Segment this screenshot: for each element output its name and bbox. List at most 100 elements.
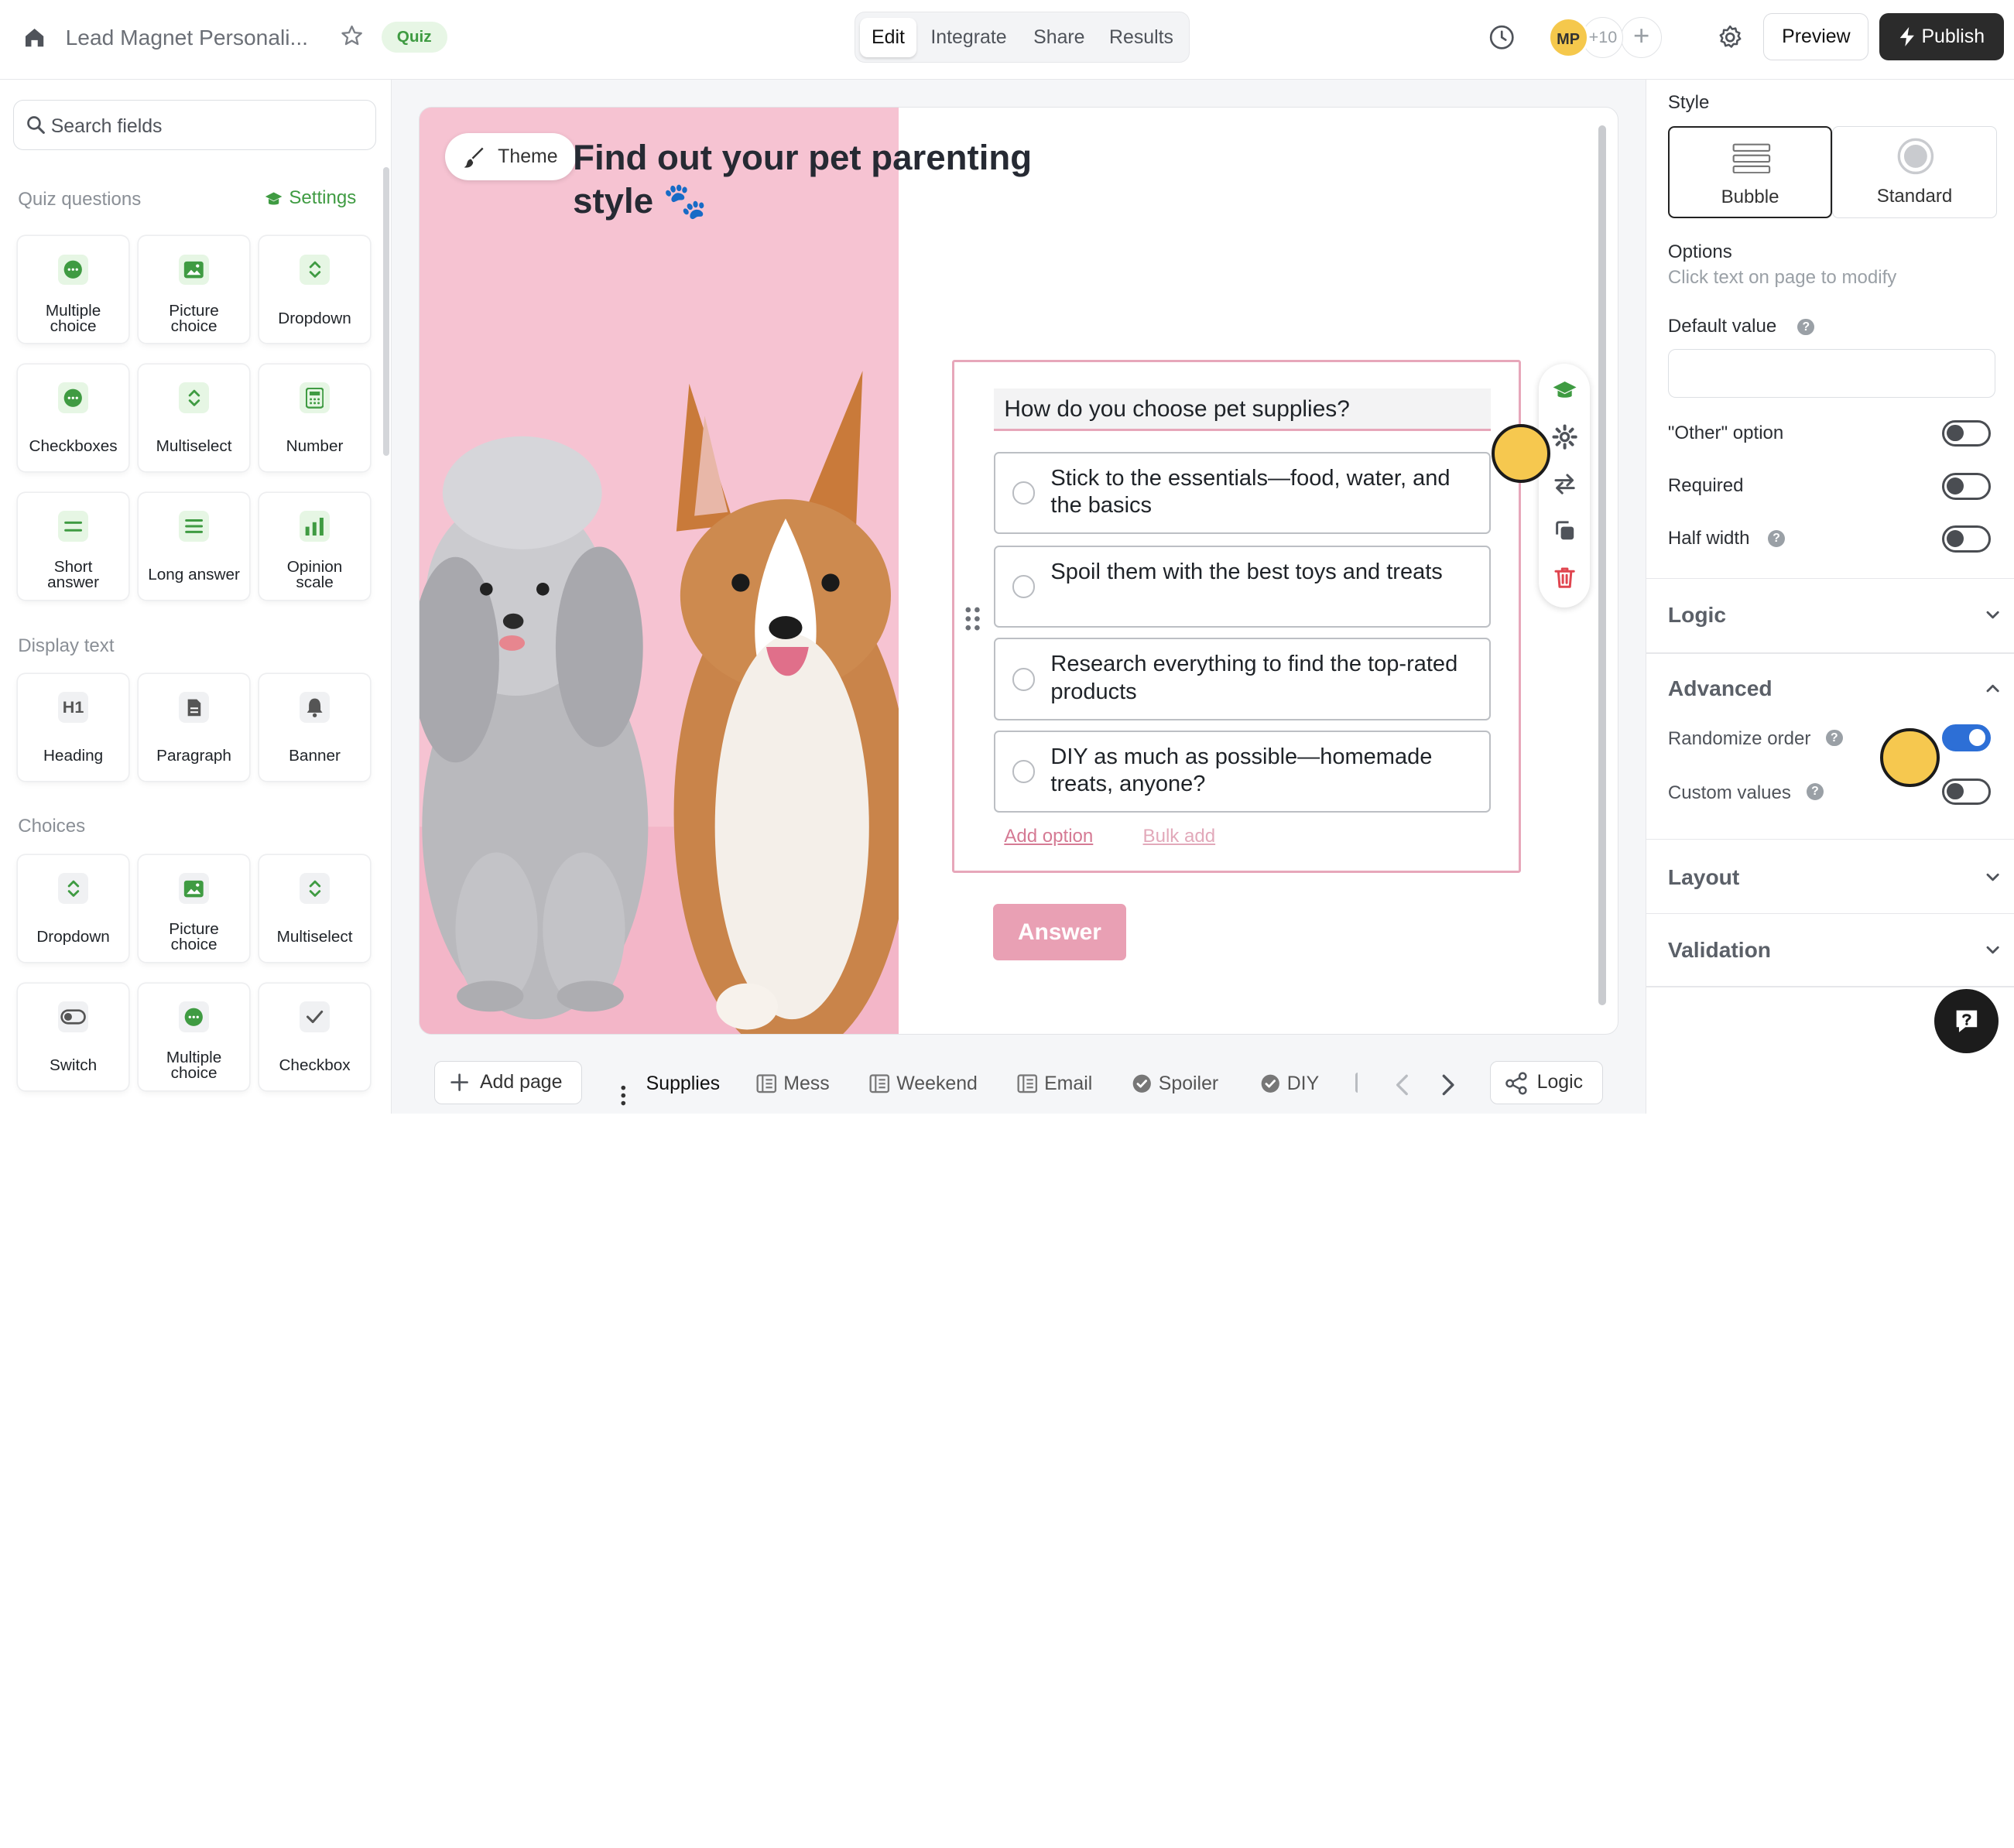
field-tile-paragraph[interactable]: Paragraph [139,674,249,781]
half-width-toggle[interactable] [1942,525,1992,553]
field-tile-switch[interactable]: Switch [18,984,128,1090]
page-tab-email[interactable]: Email [1017,1073,1092,1095]
avatar[interactable]: MP [1547,16,1589,58]
field-tile-banner[interactable]: Banner [259,674,370,781]
page-tab-supplies[interactable]: Supplies [646,1073,720,1095]
search-box[interactable] [12,100,377,151]
help-icon[interactable]: ? [1768,530,1785,547]
field-tile-dropdown[interactable]: Dropdown [259,236,370,344]
field-tile-multiselect[interactable]: Multiselect [139,364,249,471]
chevron-down-icon[interactable] [1984,868,2002,886]
field-tile-checkboxes[interactable]: Checkboxes [18,364,128,471]
validation-section-header[interactable]: Validation [1668,937,1771,963]
page-tab-spoiler[interactable]: Spoiler [1132,1073,1218,1095]
divider [1646,652,2014,654]
add-collaborator-button[interactable]: + [1621,16,1663,58]
home-icon[interactable] [22,25,47,50]
sidebar-scrollbar[interactable] [382,166,389,457]
tab-integrate[interactable]: Integrate [919,18,1018,57]
default-value-field[interactable] [1667,349,1996,399]
radio-circle[interactable] [1012,481,1036,505]
answer-option[interactable]: DIY as much as possible—homemade treats,… [994,730,1492,813]
document-title[interactable]: Lead Magnet Personali... [66,25,308,50]
field-tile-long-answer[interactable]: Long answer [139,493,249,600]
logic-button[interactable]: Logic [1489,1060,1603,1105]
chevron-left-icon[interactable] [1392,1073,1413,1097]
document-icon [178,692,210,724]
radio-circle[interactable] [1012,575,1036,599]
radio-circle[interactable] [1012,667,1036,691]
field-tile-picture-choice[interactable]: Picture choice [139,855,249,962]
randomize-order-toggle[interactable] [1942,724,1992,751]
quiz-title[interactable]: Find out your pet parenting style 🐾 [573,136,1087,224]
tab-edit[interactable]: Edit [860,17,916,57]
chevron-right-icon[interactable] [1437,1073,1458,1097]
style-bubble-option[interactable]: Bubble [1667,125,1833,219]
gear-icon[interactable] [1716,23,1745,52]
help-icon[interactable]: ? [1826,729,1843,747]
page-tab-weekend[interactable]: Weekend [869,1073,978,1095]
tab-share[interactable]: Share [1022,18,1096,57]
field-tile-picture-choice[interactable]: Picture choice [139,236,249,344]
field-tile-number[interactable]: Number [259,364,370,471]
history-clock-icon[interactable] [1488,23,1516,52]
add-page-button[interactable]: Add page [433,1060,582,1105]
search-input[interactable] [50,114,359,140]
chevron-down-icon[interactable] [1984,941,2002,959]
add-option-link[interactable]: Add option [1004,826,1093,847]
theme-button[interactable]: Theme [445,132,577,181]
advanced-section-header[interactable]: Advanced [1668,676,1773,701]
trash-icon[interactable] [1552,565,1577,590]
field-tile-multiselect[interactable]: Multiselect [259,855,370,962]
page-tab-diy[interactable]: DIY [1260,1073,1319,1095]
other-option-toggle[interactable] [1942,419,1992,447]
quiz-settings-link[interactable]: Settings [265,187,356,209]
drag-handle-icon[interactable] [964,606,981,631]
answer-option[interactable]: Stick to the essentials—food, water, and… [994,451,1492,534]
swap-arrows-icon[interactable] [1552,471,1577,497]
cursor-highlight [1880,727,1940,788]
required-toggle[interactable] [1942,472,1992,500]
question-title[interactable]: How do you choose pet supplies? [994,388,1492,432]
help-icon[interactable]: ? [1797,318,1815,336]
field-tile-checkbox[interactable]: Checkbox [259,984,370,1090]
answer-option[interactable]: Research everything to find the top-rate… [994,638,1492,720]
truncated-page-tab[interactable] [1355,1072,1361,1093]
question-block[interactable]: How do you choose pet supplies? Stick to… [951,359,1521,874]
custom-values-toggle[interactable] [1942,778,1992,806]
option-text[interactable]: DIY as much as possible—homemade treats,… [1050,744,1475,799]
graduation-cap-icon[interactable] [1552,378,1577,403]
quiz-questions-heading: Quiz questions [18,188,142,210]
option-text[interactable]: Stick to the essentials—food, water, and… [1050,465,1475,520]
page-scrollbar[interactable] [1598,125,1607,1005]
preview-button[interactable]: Preview [1763,12,1869,60]
option-text[interactable]: Spoil them with the best toys and treats [1050,559,1475,587]
chevron-down-icon[interactable] [1984,606,2002,624]
properties-panel: Style Bubble Standard Options Click text… [1645,79,2014,1114]
field-tile-short-answer[interactable]: Short answer [18,493,128,600]
logic-section-header[interactable]: Logic [1668,602,1726,628]
option-text[interactable]: Research everything to find the top-rate… [1050,651,1475,706]
publish-button[interactable]: Publish [1879,12,2004,60]
duplicate-icon[interactable] [1552,518,1577,543]
style-standard-option[interactable]: Standard [1832,125,1997,219]
check-icon [299,1001,331,1033]
layout-section-header[interactable]: Layout [1668,864,1739,890]
more-options-icon[interactable] [617,1083,630,1108]
help-icon[interactable]: ? [1807,783,1824,800]
field-tile-dropdown[interactable]: Dropdown [18,855,128,962]
star-icon[interactable] [339,23,365,49]
chevron-up-icon[interactable] [1984,679,2002,697]
radio-circle[interactable] [1012,760,1036,784]
tab-results[interactable]: Results [1098,18,1185,57]
help-chat-button[interactable] [1934,988,1999,1053]
page-tab-mess[interactable]: Mess [756,1073,830,1095]
answer-option[interactable]: Spoil them with the best toys and treats [994,545,1492,628]
bulk-add-link[interactable]: Bulk add [1143,826,1216,847]
field-tile-heading[interactable]: H1 Heading [18,674,128,781]
field-tile-opinion-scale[interactable]: Opinion scale [259,493,370,600]
field-tile-multiple-choice[interactable]: Multiple choice [139,984,249,1090]
gear-icon[interactable] [1552,424,1577,450]
answer-button[interactable]: Answer [992,904,1127,961]
field-tile-multiple-choice[interactable]: Multiple choice [18,236,128,344]
